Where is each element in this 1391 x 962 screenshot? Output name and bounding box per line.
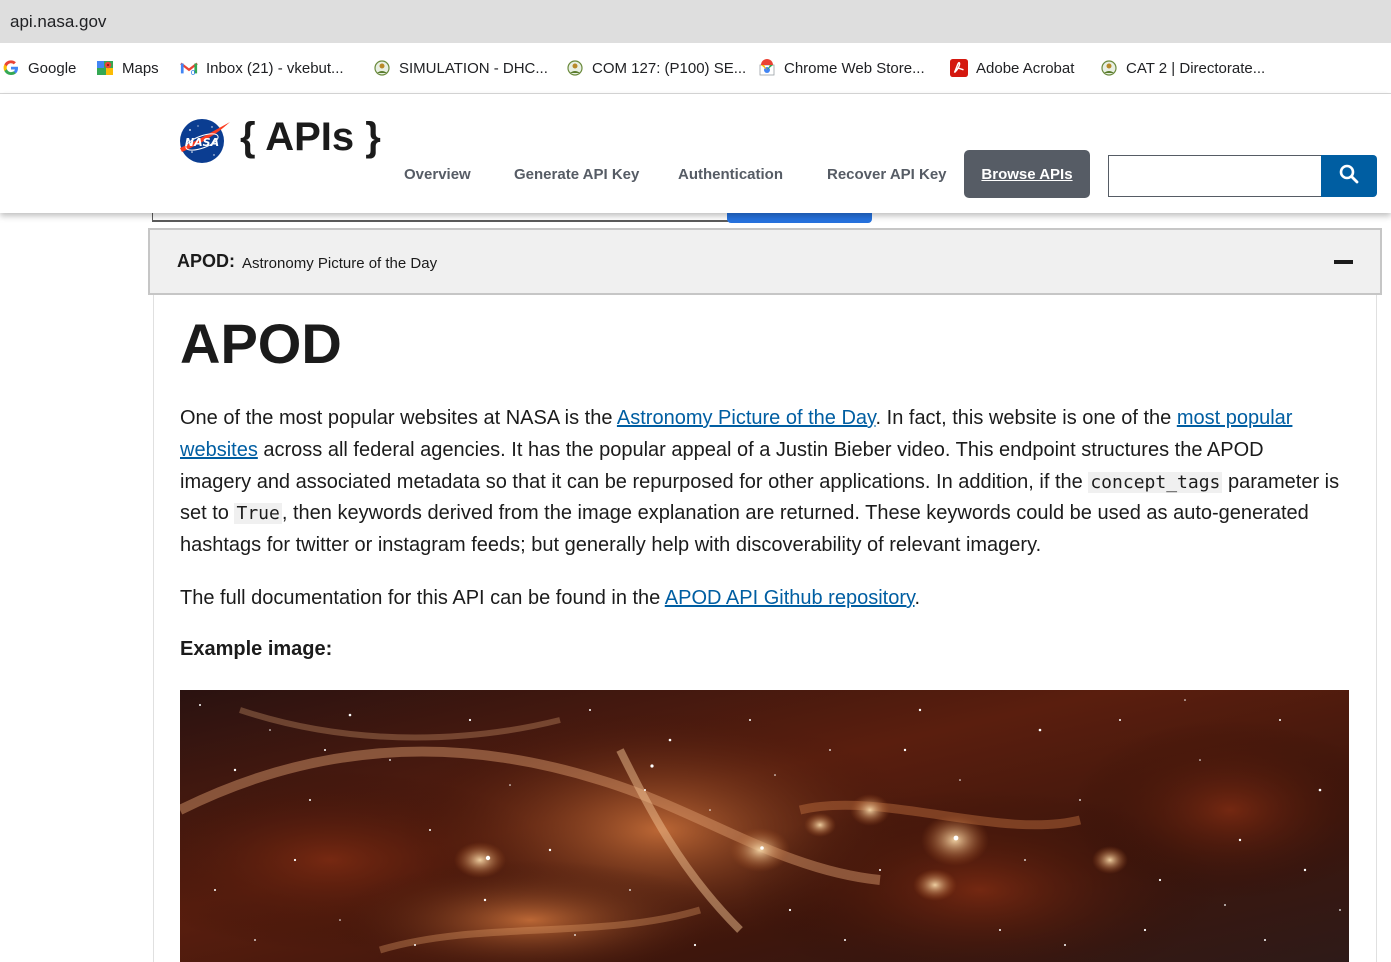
bookmark-maps[interactable]: Maps bbox=[96, 57, 159, 79]
bookmark-adobe-acrobat[interactable]: Adobe Acrobat bbox=[950, 57, 1074, 79]
bookmark-label: Google bbox=[28, 59, 77, 77]
bookmark-label: CAT 2 | Directorate... bbox=[1126, 59, 1266, 77]
site-title[interactable]: { APIs } bbox=[240, 115, 381, 160]
bookmark-label: Maps bbox=[122, 59, 159, 77]
nav-authentication[interactable]: Authentication bbox=[678, 166, 783, 183]
text-segment: . In fact, this website is one of the bbox=[875, 407, 1177, 429]
bookmark-label: SIMULATION - DHC... bbox=[399, 59, 548, 77]
maps-icon bbox=[96, 59, 114, 77]
page-title: APOD bbox=[180, 312, 342, 375]
text-segment: , then keywords derived from the image e… bbox=[180, 502, 1309, 557]
nasa-logo[interactable]: NASA bbox=[178, 118, 232, 164]
google-icon bbox=[2, 59, 20, 77]
bookmark-google[interactable]: Google bbox=[2, 57, 76, 79]
search-button[interactable] bbox=[1321, 155, 1377, 197]
adobe-acrobat-icon bbox=[950, 59, 968, 77]
bookmark-label: COM 127: (P100) SE... bbox=[592, 59, 747, 77]
nav-overview[interactable]: Overview bbox=[404, 166, 471, 183]
browse-apis-button[interactable]: Browse APIs bbox=[964, 150, 1090, 198]
bookmark-label: Adobe Acrobat bbox=[976, 59, 1075, 77]
bookmarks-bar: Google Maps 0 Inbox (21) - vkebut... SIM… bbox=[0, 43, 1391, 94]
apod-website-link[interactable]: Astronomy Picture of the Day bbox=[617, 407, 876, 429]
site-badge-icon bbox=[1100, 59, 1118, 77]
hidden-button-edge bbox=[727, 213, 872, 223]
url-text[interactable]: api.nasa.gov bbox=[10, 12, 106, 32]
bookmark-chrome-web-store[interactable]: Chrome Web Store... bbox=[758, 57, 925, 79]
collapse-icon[interactable] bbox=[1334, 260, 1353, 264]
svg-text:0: 0 bbox=[191, 68, 196, 76]
bookmark-label: Chrome Web Store... bbox=[784, 59, 925, 77]
address-bar[interactable]: api.nasa.gov bbox=[0, 0, 1391, 43]
documentation-paragraph: The full documentation for this API can … bbox=[180, 583, 1340, 615]
true-code: True bbox=[234, 503, 282, 525]
apod-accordion-header[interactable]: APOD: Astronomy Picture of the Day bbox=[148, 228, 1382, 295]
example-image-label: Example image: bbox=[180, 638, 333, 660]
bookmark-com127[interactable]: COM 127: (P100) SE... bbox=[566, 57, 746, 79]
gmail-icon: 0 bbox=[180, 59, 198, 77]
nav-generate-api-key[interactable]: Generate API Key bbox=[514, 166, 639, 183]
text-segment: One of the most popular websites at NASA… bbox=[180, 407, 617, 429]
text-segment: . bbox=[914, 587, 921, 609]
bookmark-cat2[interactable]: CAT 2 | Directorate... bbox=[1100, 57, 1265, 79]
site-badge-icon bbox=[373, 59, 391, 77]
site-header: NASA { APIs } Overview Generate API Key … bbox=[0, 94, 1391, 213]
example-image bbox=[180, 690, 1349, 962]
browse-apis-label: Browse APIs bbox=[981, 165, 1073, 183]
bookmark-label: Inbox (21) - vkebut... bbox=[206, 59, 344, 77]
text-segment: The full documentation for this API can … bbox=[180, 587, 665, 609]
hidden-search-field-edge bbox=[152, 213, 728, 222]
github-repository-link[interactable]: APOD API Github repository bbox=[665, 587, 915, 609]
bookmark-inbox[interactable]: 0 Inbox (21) - vkebut... bbox=[180, 57, 344, 79]
accordion-sublabel: Astronomy Picture of the Day bbox=[242, 255, 438, 272]
accordion-label: APOD: bbox=[177, 251, 235, 271]
svg-text:NASA: NASA bbox=[185, 136, 219, 149]
chrome-web-store-icon bbox=[758, 59, 776, 77]
concept-tags-code: concept_tags bbox=[1088, 471, 1223, 493]
search-icon bbox=[1339, 164, 1359, 189]
description-paragraph: One of the most popular websites at NASA… bbox=[180, 403, 1340, 562]
site-badge-icon bbox=[566, 59, 584, 77]
bookmark-simulation[interactable]: SIMULATION - DHC... bbox=[373, 57, 548, 79]
nav-recover-api-key[interactable]: Recover API Key bbox=[827, 166, 947, 183]
search-input[interactable] bbox=[1108, 155, 1322, 197]
